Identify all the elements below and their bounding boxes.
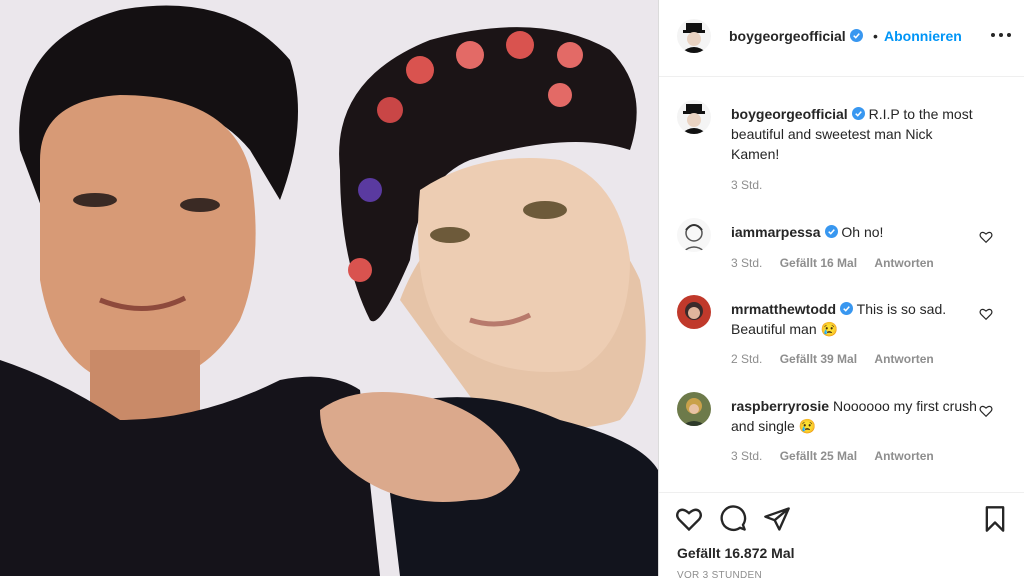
reply-button[interactable]: Antworten [874, 449, 933, 463]
comment-text-block: raspberryrosie Noooooo my first crush an… [731, 396, 981, 436]
avatar[interactable] [677, 100, 711, 134]
caption-meta: 3 Std. [731, 178, 776, 192]
verified-icon [851, 107, 865, 120]
verified-icon [849, 29, 863, 42]
comment-text: Oh no! [841, 224, 884, 240]
heart-icon[interactable] [979, 307, 993, 321]
reply-button[interactable]: Antworten [874, 256, 933, 270]
caption-time[interactable]: 3 Std. [731, 178, 762, 192]
avatar[interactable] [677, 218, 711, 252]
avatar[interactable] [677, 295, 711, 329]
comment-meta: 2 Std. Gefällt 39 Mal Antworten [731, 352, 948, 366]
comment-meta: 3 Std. Gefällt 25 Mal Antworten [731, 449, 948, 463]
comment-likes[interactable]: Gefällt 25 Mal [780, 449, 857, 463]
post-likes-count[interactable]: Gefällt 16.872 Mal [677, 545, 795, 561]
verified-icon [840, 302, 853, 315]
comment-time[interactable]: 3 Std. [731, 256, 762, 270]
comment-username[interactable]: iammarpessa [731, 224, 821, 240]
comment-icon[interactable] [719, 505, 747, 533]
comment-meta: 3 Std. Gefällt 16 Mal Antworten [731, 256, 948, 270]
username-text[interactable]: boygeorgeofficial [729, 28, 846, 44]
post-image[interactable] [0, 0, 658, 576]
caption-text-block: boygeorgeofficial R.I.P to the most beau… [731, 104, 981, 164]
verified-icon [824, 225, 838, 238]
heart-icon[interactable] [979, 404, 993, 418]
separator-dot: • [873, 28, 878, 44]
comment-likes[interactable]: Gefällt 16 Mal [780, 256, 857, 270]
caption-username[interactable]: boygeorgeofficial [731, 106, 848, 122]
follow-button[interactable]: Abonnieren [884, 28, 962, 44]
heart-icon[interactable] [675, 505, 703, 533]
reply-button[interactable]: Antworten [874, 352, 933, 366]
post-panel: boygeorgeofficial • Abonnieren boygeorge… [659, 0, 1024, 581]
comment-text-block: mrmatthewtodd This is so sad. Beautiful … [731, 299, 981, 339]
post-author-username[interactable]: boygeorgeofficial [729, 28, 863, 44]
comment-time[interactable]: 2 Std. [731, 352, 762, 366]
comment-likes[interactable]: Gefällt 39 Mal [780, 352, 857, 366]
heart-icon[interactable] [979, 230, 993, 244]
avatar[interactable] [677, 392, 711, 426]
post-header: boygeorgeofficial • Abonnieren [659, 0, 1024, 77]
comment-text-block: iammarpessa Oh no! [731, 222, 981, 242]
comment-time[interactable]: 3 Std. [731, 449, 762, 463]
bookmark-icon[interactable] [981, 505, 1009, 533]
share-icon[interactable] [763, 505, 791, 533]
comment-username[interactable]: raspberryrosie [731, 398, 829, 414]
comment-username[interactable]: mrmatthewtodd [731, 301, 836, 317]
post-actions: Gefällt 16.872 Mal [659, 492, 1024, 577]
more-icon[interactable] [989, 22, 1013, 46]
avatar[interactable] [677, 19, 711, 53]
